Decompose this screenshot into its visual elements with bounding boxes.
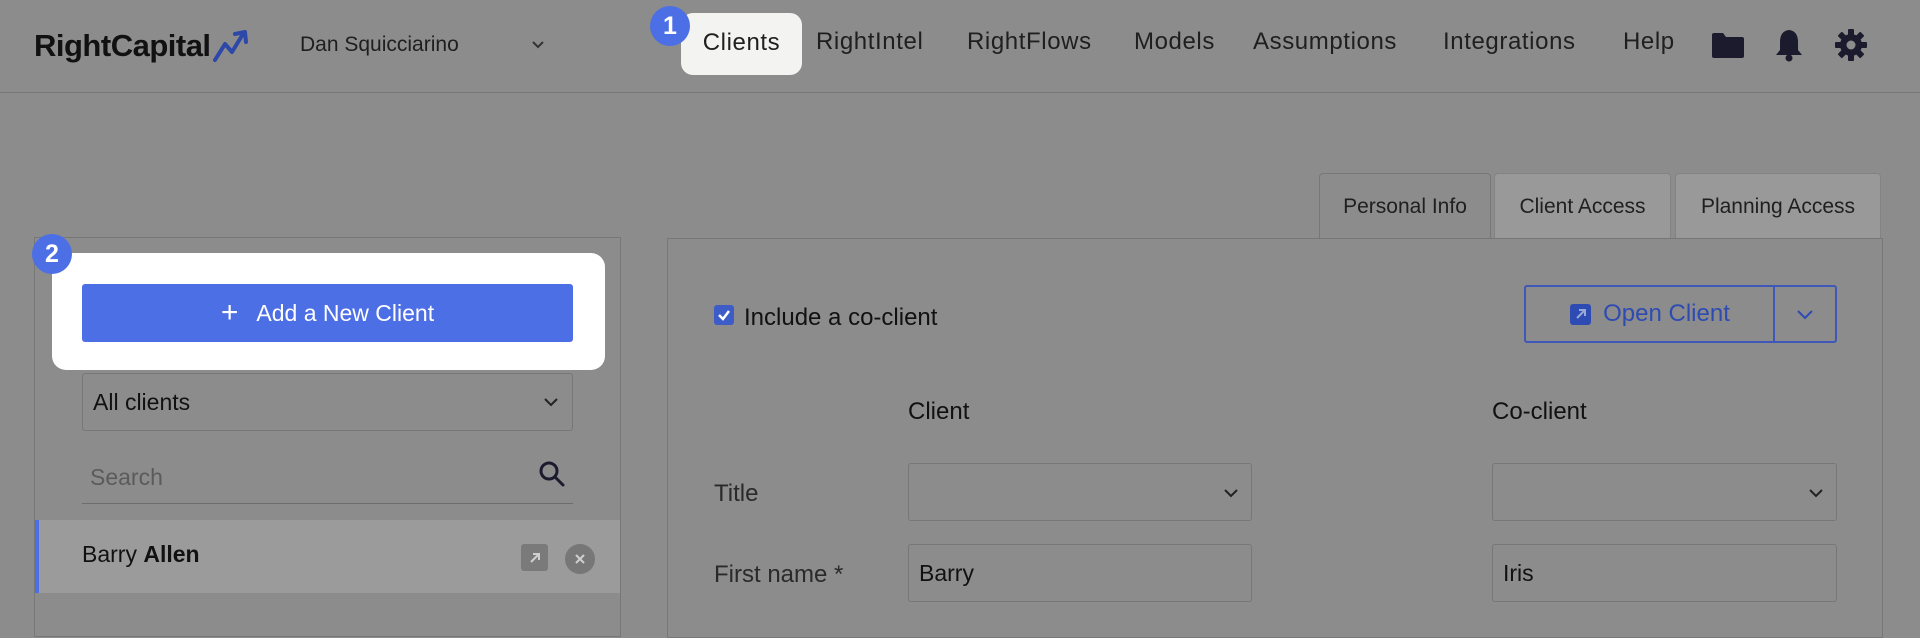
tab-personal-info[interactable]: Personal Info xyxy=(1319,173,1491,240)
logo-chart-icon xyxy=(212,30,248,62)
include-coclient-checkbox[interactable] xyxy=(714,305,734,325)
client-first-name-value: Barry xyxy=(919,559,974,586)
advisor-selector[interactable]: Dan Squicciarino xyxy=(300,30,459,60)
client-filter-value: All clients xyxy=(93,388,191,415)
advisor-name: Dan Squicciarino xyxy=(300,33,459,56)
client-first-name-input[interactable]: Barry xyxy=(908,544,1252,602)
add-new-client-button[interactable]: + Add a New Client xyxy=(82,284,573,342)
chevron-down-icon xyxy=(1809,489,1823,498)
client-last-name: Allen xyxy=(143,541,200,567)
step-badge-2: 2 xyxy=(32,234,72,274)
add-new-client-label: Add a New Client xyxy=(256,299,435,326)
open-external-icon[interactable] xyxy=(521,544,548,571)
open-client-dropdown-toggle[interactable] xyxy=(1775,287,1835,341)
tab-client-access[interactable]: Client Access xyxy=(1494,173,1671,239)
coclient-first-name-input[interactable]: Iris xyxy=(1492,544,1837,602)
plus-icon: + xyxy=(220,296,239,329)
include-coclient-label[interactable]: Include a co-client xyxy=(744,304,937,332)
coclient-first-name-value: Iris xyxy=(1503,559,1534,586)
column-header-client: Client xyxy=(908,398,970,425)
bell-icon[interactable] xyxy=(1769,25,1809,65)
client-first-name: Barry xyxy=(82,541,137,567)
client-title-select[interactable] xyxy=(908,463,1252,521)
nav-rightintel[interactable]: RightIntel xyxy=(816,28,923,56)
nav-integrations[interactable]: Integrations xyxy=(1443,28,1576,56)
gear-icon[interactable] xyxy=(1831,25,1871,65)
client-filter-select[interactable]: All clients xyxy=(82,373,573,431)
nav-help[interactable]: Help xyxy=(1623,28,1675,56)
open-external-icon xyxy=(1570,303,1592,325)
chevron-down-icon xyxy=(1797,310,1813,320)
chevron-down-icon xyxy=(544,398,558,407)
rightcapital-logo[interactable]: RightCapital xyxy=(34,24,255,68)
folder-icon[interactable] xyxy=(1708,25,1748,65)
title-label: Title xyxy=(714,480,759,507)
open-client-button[interactable]: Open Client xyxy=(1526,287,1774,341)
nav-assumptions[interactable]: Assumptions xyxy=(1253,28,1397,56)
open-client-label: Open Client xyxy=(1603,300,1730,327)
nav-rightflows[interactable]: RightFlows xyxy=(967,28,1092,56)
first-name-label: First name * xyxy=(714,561,844,588)
search-placeholder: Search xyxy=(90,464,163,490)
chevron-down-icon[interactable] xyxy=(528,34,548,54)
search-icon[interactable] xyxy=(538,460,566,488)
nav-models[interactable]: Models xyxy=(1134,28,1215,56)
coclient-title-select[interactable] xyxy=(1492,463,1837,521)
remove-client-icon[interactable] xyxy=(565,544,595,574)
chevron-down-icon xyxy=(1224,489,1238,498)
logo-text: RightCapital xyxy=(34,28,211,63)
tab-planning-access[interactable]: Planning Access xyxy=(1675,173,1881,239)
nav-clients[interactable]: Clients xyxy=(681,29,802,57)
client-search-input[interactable]: Search xyxy=(82,452,573,504)
client-list-item-name[interactable]: Barry Allen xyxy=(82,541,200,568)
column-header-coclient: Co-client xyxy=(1492,398,1587,425)
checkmark-icon xyxy=(718,310,730,321)
